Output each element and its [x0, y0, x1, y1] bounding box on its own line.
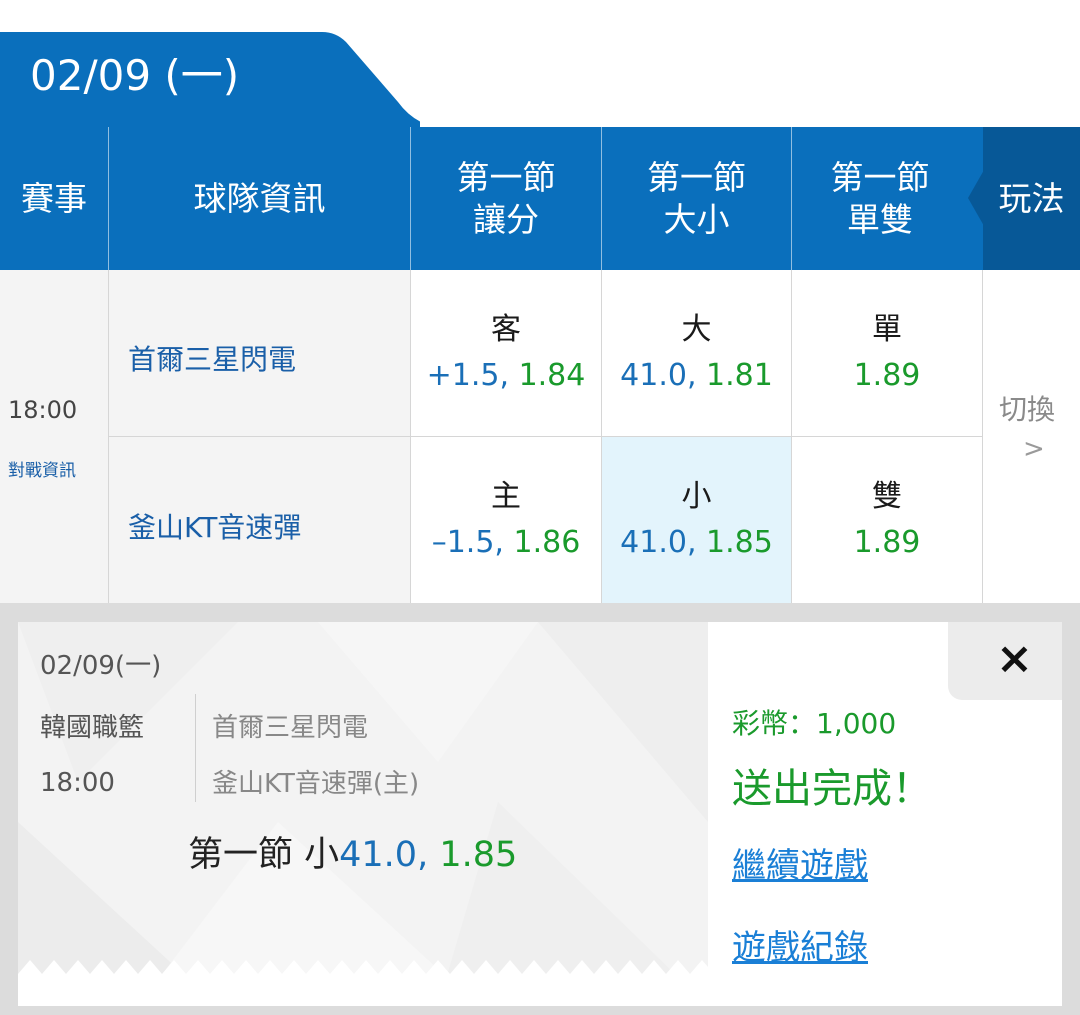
- total-line: 41.0,: [620, 358, 697, 393]
- switch-button[interactable]: 切換 >: [983, 270, 1080, 603]
- ticket-date: 02/09(一): [40, 651, 162, 681]
- ticket-time: 18:00: [40, 768, 115, 798]
- home-team-name: 首爾三星閃電: [128, 343, 297, 376]
- close-icon[interactable]: ×: [996, 634, 1033, 684]
- match-table: 18:00 對戰資訊 首爾三星閃電 釜山KT音速彈 客 +1.5, 1.84 大…: [0, 270, 1080, 603]
- odds-even[interactable]: 雙 1.89: [792, 437, 982, 603]
- ticket-team1: 首爾三星閃電: [212, 713, 369, 743]
- header-col3-line1: 第一節: [830, 157, 930, 197]
- header-first-quarter-total: 第一節 大小: [602, 127, 791, 270]
- game-history-link[interactable]: 遊戲紀錄: [732, 920, 868, 969]
- odds-label: 客: [491, 312, 521, 347]
- header-col1-line2: 讓分: [473, 199, 539, 239]
- sent-complete-message: 送出完成！: [732, 766, 932, 812]
- away-team-name: 釜山KT音速彈: [128, 511, 302, 544]
- ticket-team2: 釜山KT音速彈(主): [212, 769, 420, 799]
- bet-line: 41.0,: [339, 835, 429, 875]
- continue-game-link[interactable]: 繼續遊戲: [732, 838, 868, 887]
- play-type-arrow-icon: [968, 170, 984, 226]
- coins-label: 彩幣：1,000: [732, 707, 897, 740]
- bet-prefix: 第一節 小: [188, 835, 340, 875]
- odds-value: 1.89: [853, 525, 921, 560]
- odds-value: 1.86: [513, 525, 581, 560]
- table-header: 賽事 球隊資訊 第一節 讓分 第一節 大小 第一節 單雙 玩法: [0, 127, 1080, 270]
- odds-value: 1.89: [853, 358, 921, 393]
- odds-value: 1.81: [706, 358, 773, 393]
- odds-under-selected[interactable]: 小 41.0, 1.85: [602, 437, 791, 603]
- spread-line: +1.5,: [426, 358, 510, 393]
- match-info-link[interactable]: 對戰資訊: [8, 456, 76, 481]
- odds-odd[interactable]: 單 1.89: [792, 270, 982, 436]
- odds-label: 主: [491, 479, 521, 514]
- date-label: 02/09 (一): [30, 51, 240, 100]
- total-line: 41.0,: [620, 525, 697, 560]
- odds-label: 小: [681, 479, 712, 514]
- header-col2-line1: 第一節: [647, 157, 746, 197]
- odds-value: 1.85: [706, 525, 773, 560]
- odds-home-spread[interactable]: 主 –1.5, 1.86: [411, 437, 601, 603]
- ticket-bet-selection: 第一節 小41.0, 1.85: [188, 826, 517, 877]
- ticket-divider: [195, 694, 196, 802]
- match-time: 18:00: [8, 396, 78, 424]
- odds-over[interactable]: 大 41.0, 1.81: [602, 270, 791, 436]
- header-team-info: 球隊資訊: [193, 178, 326, 218]
- switch-label: 切換: [999, 393, 1056, 426]
- header-first-quarter-spread: 第一節 讓分: [411, 127, 601, 270]
- play-type-button[interactable]: 玩法: [983, 127, 1080, 270]
- header-first-quarter-oddeven: 第一節 單雙: [792, 127, 968, 270]
- event-cell: 18:00 對戰資訊: [0, 270, 108, 603]
- header-col3-line2: 單雙: [847, 199, 913, 239]
- header-event: 賽事: [21, 178, 87, 218]
- header-col1-line1: 第一節: [456, 157, 556, 197]
- header-col2-line2: 大小: [663, 199, 730, 239]
- ticket-league: 韓國職籃: [40, 713, 145, 743]
- odds-label: 大: [681, 312, 712, 347]
- odds-value: 1.84: [518, 358, 586, 393]
- odds-away-spread[interactable]: 客 +1.5, 1.84: [411, 270, 601, 436]
- odds-label: 雙: [872, 479, 902, 514]
- chevron-right-icon: >: [1023, 434, 1045, 464]
- odds-label: 單: [872, 312, 902, 347]
- bet-odds: 1.85: [439, 835, 518, 875]
- spread-line: –1.5,: [431, 525, 504, 560]
